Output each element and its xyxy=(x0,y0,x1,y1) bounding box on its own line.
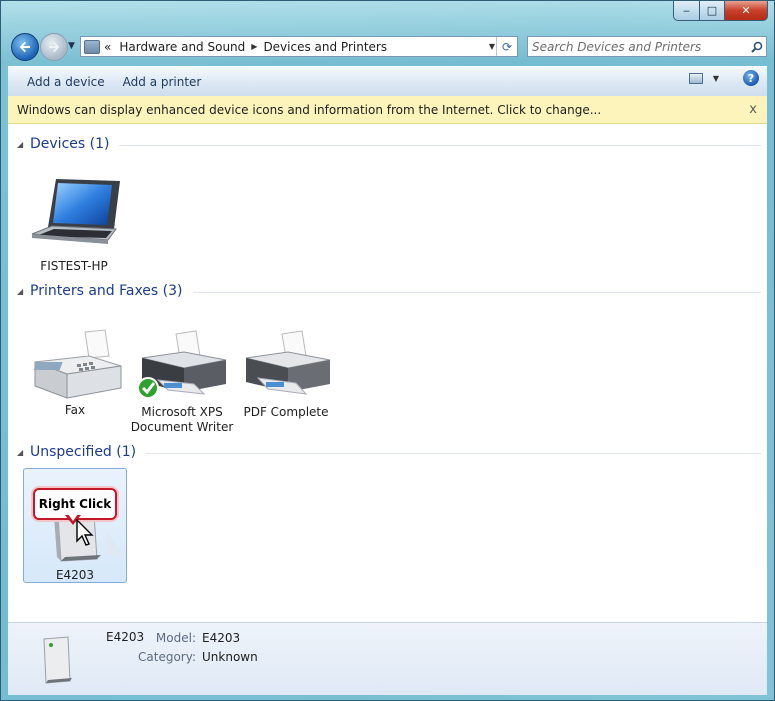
back-button[interactable] xyxy=(11,33,39,61)
caption-buttons: ‒ □ ✕ xyxy=(673,1,768,21)
forward-button[interactable] xyxy=(40,33,68,61)
control-panel-icon xyxy=(84,39,100,54)
recent-pages-dropdown-icon[interactable]: ▼ xyxy=(68,41,75,51)
view-options-dropdown-icon[interactable]: ▼ xyxy=(713,74,719,83)
details-category-label: Category: xyxy=(138,650,196,664)
details-pane: E4203 Model: E4203 Category: Unknown xyxy=(8,622,767,695)
search-input[interactable] xyxy=(528,38,748,55)
device-item-e4203[interactable]: E4203 xyxy=(23,468,127,583)
group-header-devices[interactable]: ◢ Devices (1) xyxy=(8,133,767,155)
add-printer-button[interactable]: Add a printer xyxy=(114,71,211,93)
collapse-arrow-icon[interactable]: ◢ xyxy=(17,287,29,296)
divider xyxy=(119,144,761,146)
printer-label-line1: Microsoft XPS xyxy=(141,405,223,419)
breadcrumb-overflow[interactable]: « xyxy=(104,40,111,54)
generic-device-icon xyxy=(43,636,72,684)
explorer-window: ‒ □ ✕ ▼ « Hardware and Sound ▶ Devices a… xyxy=(0,0,775,701)
printer-icon xyxy=(137,330,227,399)
details-model-value: E4203 xyxy=(202,631,241,645)
help-icon[interactable]: ? xyxy=(743,70,759,86)
address-bar[interactable]: « Hardware and Sound ▶ Devices and Print… xyxy=(80,36,518,57)
details-category-value: Unknown xyxy=(202,650,258,664)
group-header-printers-and-faxes[interactable]: ◢ Printers and Faxes (3) xyxy=(8,280,767,302)
mouse-cursor-icon xyxy=(76,519,94,546)
add-device-button[interactable]: Add a device xyxy=(18,71,114,93)
device-item-laptop[interactable]: FISTEST-HP xyxy=(22,174,126,274)
search-box[interactable] xyxy=(527,36,767,57)
information-bar[interactable]: Windows can display enhanced device icon… xyxy=(8,96,767,124)
breadcrumb-hardware-and-sound[interactable]: Hardware and Sound xyxy=(119,40,245,54)
printer-item-pdf-complete[interactable]: PDF Complete xyxy=(234,328,338,420)
group-title: Devices (1) xyxy=(30,136,110,152)
printer-item-fax[interactable]: Fax xyxy=(23,328,127,418)
maximize-button[interactable]: □ xyxy=(700,1,725,21)
group-title: Printers and Faxes (3) xyxy=(30,283,183,299)
divider xyxy=(192,291,761,293)
collapse-arrow-icon[interactable]: ◢ xyxy=(17,448,29,457)
infobar-close-icon[interactable]: x xyxy=(749,102,757,117)
device-label: FISTEST-HP xyxy=(40,259,108,273)
refresh-icon[interactable]: ⟳ xyxy=(496,37,517,56)
default-printer-check-icon xyxy=(137,377,159,399)
group-title: Unspecified (1) xyxy=(30,444,137,460)
infobar-message[interactable]: Windows can display enhanced device icon… xyxy=(8,103,601,117)
group-header-unspecified[interactable]: ◢ Unspecified (1) xyxy=(8,441,767,463)
laptop-icon xyxy=(31,179,120,244)
address-dropdown-icon[interactable]: ▼ xyxy=(489,42,495,51)
close-button[interactable]: ✕ xyxy=(725,1,768,21)
back-arrow-icon xyxy=(19,41,30,53)
printer-label-line2: Document Writer xyxy=(130,420,234,434)
printer-icon xyxy=(245,330,331,395)
breadcrumb-separator-icon[interactable]: ▶ xyxy=(251,42,257,51)
devices-content-area: ◢ Devices (1) FISTEST-HP ◢ Printers and … xyxy=(8,124,767,622)
collapse-arrow-icon[interactable]: ◢ xyxy=(17,140,29,149)
search-icon[interactable] xyxy=(748,41,766,53)
details-model-label: Model: xyxy=(155,631,196,645)
printer-label: PDF Complete xyxy=(243,405,329,419)
breadcrumb-devices-and-printers[interactable]: Devices and Printers xyxy=(263,40,387,54)
device-label: E4203 xyxy=(55,568,95,582)
printer-item-microsoft-xps[interactable]: Microsoft XPS Document Writer xyxy=(130,328,234,435)
divider xyxy=(146,452,761,454)
change-view-icon[interactable] xyxy=(688,72,703,84)
navigation-bar: ▼ « Hardware and Sound ▶ Devices and Pri… xyxy=(1,31,774,63)
fax-machine-icon xyxy=(33,329,122,399)
printer-label: Fax xyxy=(64,403,86,417)
forward-arrow-icon xyxy=(49,41,60,53)
minimize-button[interactable]: ‒ xyxy=(673,1,700,21)
command-bar: Add a device Add a printer ▼ ? xyxy=(8,66,767,97)
